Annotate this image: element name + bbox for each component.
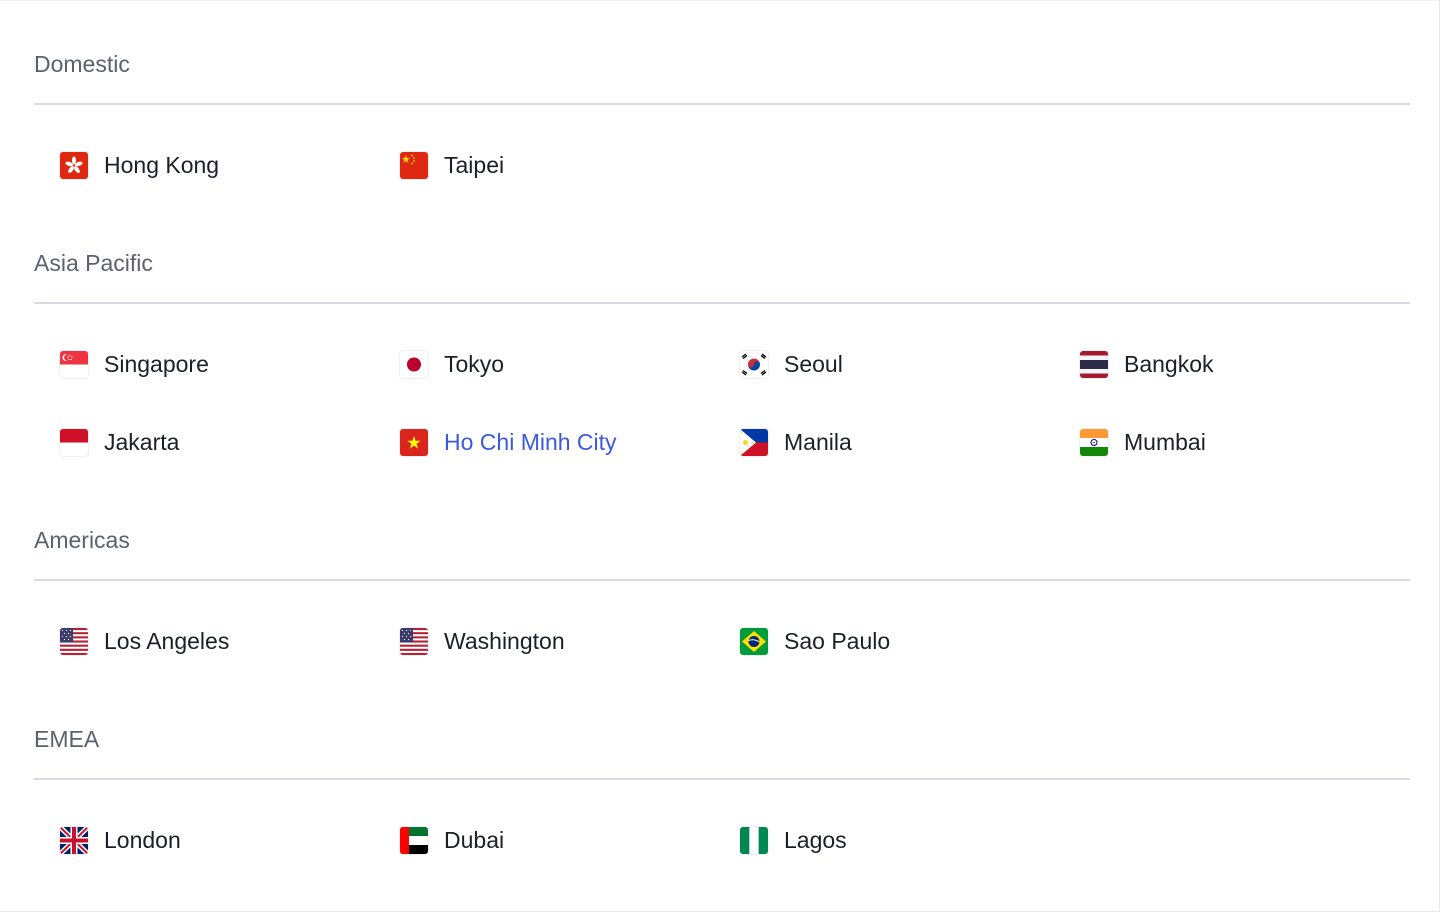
section-title: Asia Pacific — [34, 250, 153, 276]
city-ho-chi-minh-city[interactable]: Ho Chi Minh City — [400, 427, 617, 457]
section-divider — [34, 579, 1410, 581]
section-americas: Americas Los Angeles Washington Sao Paul… — [34, 525, 1410, 655]
section-divider — [34, 103, 1410, 105]
city-label: Hong Kong — [104, 151, 220, 178]
usa-flag-icon — [400, 627, 428, 655]
city-bangkok[interactable]: Bangkok — [1080, 349, 1214, 379]
city-seoul[interactable]: Seoul — [740, 349, 843, 379]
city-hong-kong[interactable]: Hong Kong — [60, 150, 219, 180]
city-manila[interactable]: Manila — [740, 427, 852, 457]
city-label: Lagos — [784, 826, 847, 853]
section-divider — [34, 778, 1410, 780]
vietnam-flag-icon — [400, 428, 428, 456]
china-flag-icon — [400, 151, 428, 179]
section-asia-pacific: Asia Pacific Singapore Tokyo Seoul Bangk… — [34, 248, 1410, 456]
city-label: Dubai — [444, 826, 505, 853]
city-label: London — [104, 826, 181, 853]
section-emea: EMEA London Dubai Lagos — [34, 724, 1410, 854]
city-mumbai[interactable]: Mumbai — [1080, 427, 1206, 457]
city-label: Manila — [784, 428, 852, 455]
city-label: Seoul — [784, 350, 843, 377]
city-label: Ho Chi Minh City — [444, 428, 617, 455]
philippines-flag-icon — [740, 428, 768, 456]
city-label: Jakarta — [104, 428, 180, 455]
city-label: Sao Paulo — [784, 627, 891, 654]
city-tokyo[interactable]: Tokyo — [400, 349, 504, 379]
usa-flag-icon — [60, 627, 88, 655]
india-flag-icon — [1080, 428, 1108, 456]
city-washington[interactable]: Washington — [400, 626, 565, 656]
brazil-flag-icon — [740, 627, 768, 655]
section-title: EMEA — [34, 726, 100, 752]
uk-flag-icon — [60, 826, 88, 854]
city-singapore[interactable]: Singapore — [60, 349, 209, 379]
city-label: Mumbai — [1124, 428, 1206, 455]
city-label: Singapore — [104, 350, 209, 377]
nigeria-flag-icon — [740, 826, 768, 854]
city-los-angeles[interactable]: Los Angeles — [60, 626, 229, 656]
city-london[interactable]: London — [60, 825, 181, 855]
indonesia-flag-icon — [60, 428, 88, 456]
japan-flag-icon — [400, 350, 428, 378]
section-domestic: Domestic Hong Kong Taipei — [34, 49, 1410, 179]
city-taipei[interactable]: Taipei — [400, 150, 504, 180]
city-label: Taipei — [444, 151, 505, 178]
city-label: Bangkok — [1124, 350, 1214, 377]
section-title: Domestic — [34, 51, 130, 77]
section-title: Americas — [34, 527, 130, 553]
section-divider — [34, 302, 1410, 304]
city-jakarta[interactable]: Jakarta — [60, 427, 179, 457]
city-lagos[interactable]: Lagos — [740, 825, 847, 855]
city-dubai[interactable]: Dubai — [400, 825, 504, 855]
hong-kong-flag-icon — [60, 151, 88, 179]
city-sao-paulo[interactable]: Sao Paulo — [740, 626, 890, 656]
singapore-flag-icon — [60, 350, 88, 378]
city-label: Los Angeles — [104, 627, 230, 654]
uae-flag-icon — [400, 826, 428, 854]
city-label: Washington — [444, 627, 565, 654]
city-label: Tokyo — [444, 350, 505, 377]
thailand-flag-icon — [1080, 350, 1108, 378]
south-korea-flag-icon — [740, 350, 768, 378]
region-selector-panel: Domestic Hong Kong Taipei Asia Pacific S… — [0, 0, 1440, 912]
